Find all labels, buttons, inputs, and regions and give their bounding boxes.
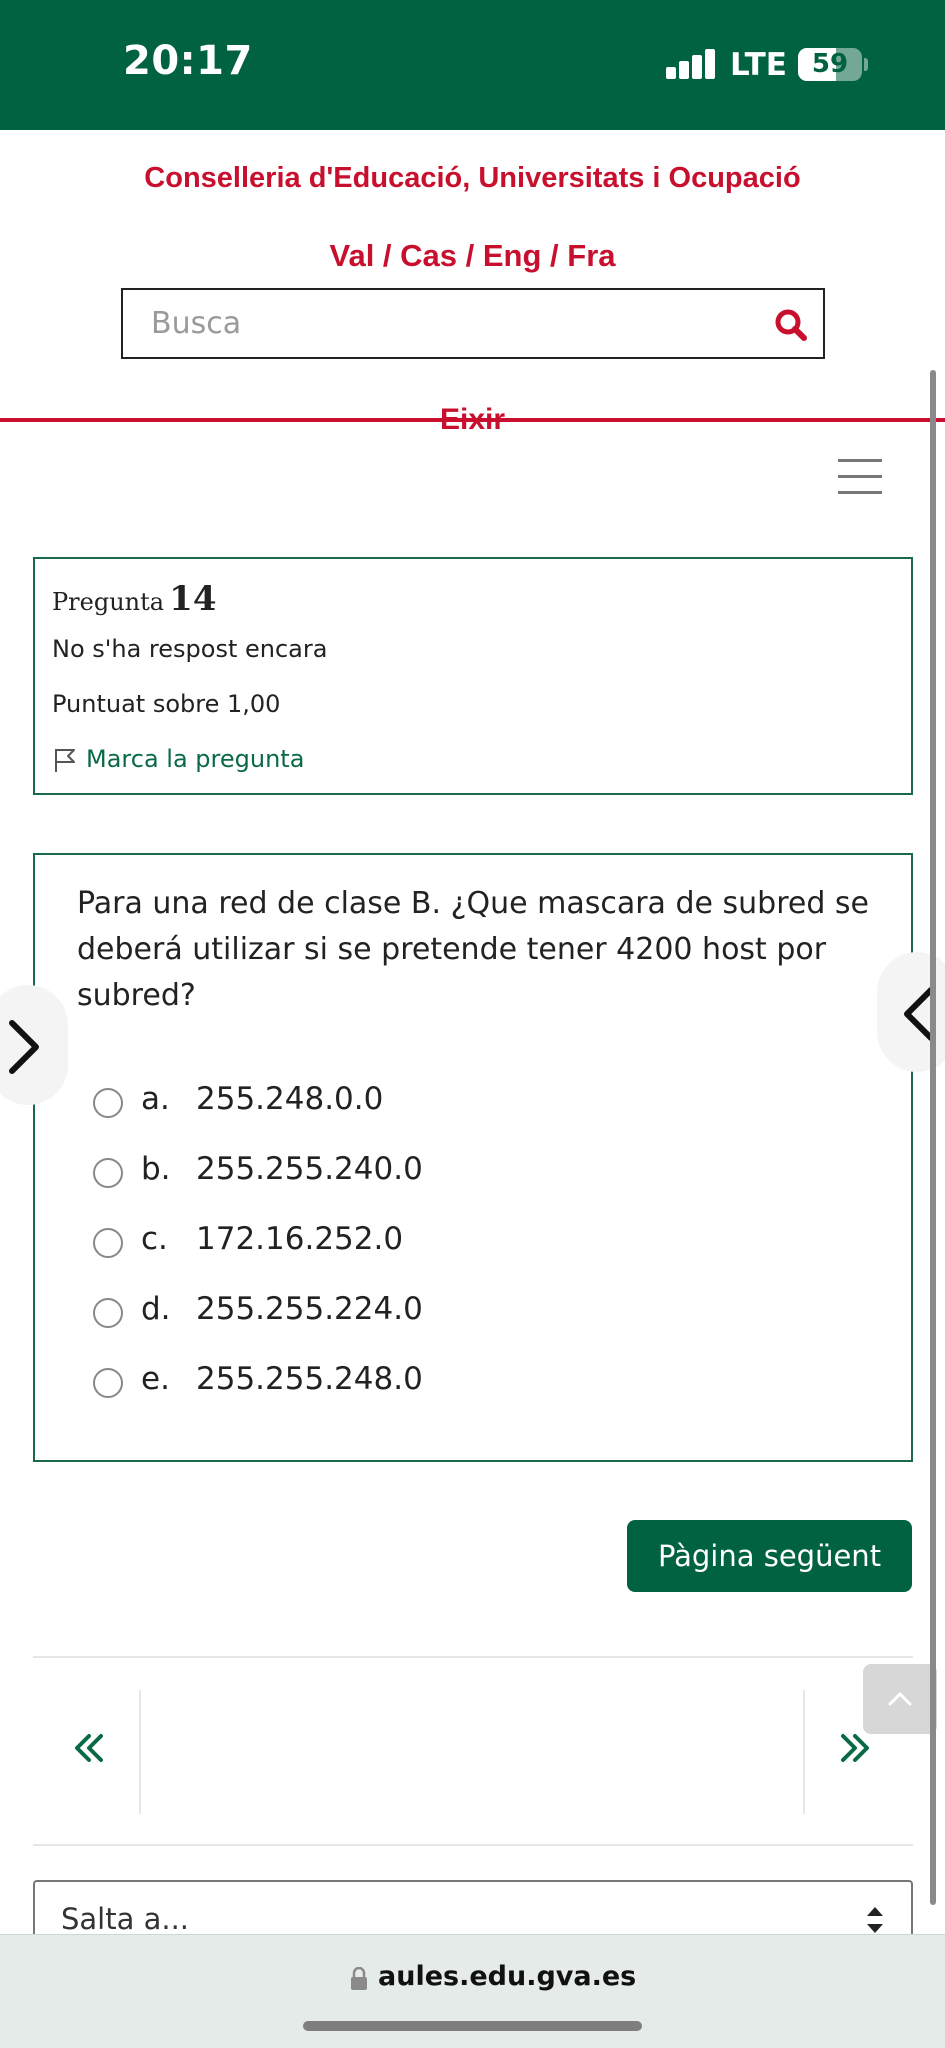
radio-button[interactable] <box>93 1368 123 1398</box>
search-box[interactable] <box>121 288 825 359</box>
signal-icon <box>666 49 716 79</box>
answer-text[interactable]: 255.248.0.0 <box>196 1081 383 1117</box>
answer-text[interactable]: 255.255.224.0 <box>196 1291 423 1327</box>
radio-button[interactable] <box>93 1158 123 1188</box>
network-type: LTE <box>730 47 787 83</box>
answer-letter: a. <box>141 1081 170 1117</box>
status-time: 20:17 <box>123 38 253 84</box>
hamburger-menu-icon[interactable] <box>838 459 882 495</box>
home-indicator[interactable] <box>303 2021 642 2031</box>
previous-activity-icon[interactable] <box>67 1726 111 1770</box>
flag-icon[interactable] <box>52 747 78 773</box>
status-bar: 20:17 LTE 59 <box>0 0 945 130</box>
select-caret-icon <box>867 1907 883 1933</box>
question-box: Para una red de clase B. ¿Que mascara de… <box>33 853 913 1462</box>
language-links[interactable]: Val / Cas / Eng / Fra <box>0 238 945 274</box>
activity-navigation <box>33 1690 913 1814</box>
lock-icon <box>351 1967 367 1990</box>
radio-button[interactable] <box>93 1298 123 1328</box>
nav-divider <box>139 1690 141 1814</box>
divider <box>33 1844 913 1846</box>
search-input[interactable] <box>151 306 711 341</box>
battery-icon: 59 <box>798 48 862 81</box>
scroll-to-top-button[interactable] <box>863 1664 937 1734</box>
chevron-up-icon <box>888 1692 912 1706</box>
divider <box>33 1656 913 1658</box>
browser-url-bar[interactable]: aules.edu.gva.es <box>0 1934 945 2048</box>
flag-question-label[interactable]: Marca la pregunta <box>86 745 304 773</box>
left-drawer-toggle[interactable] <box>0 985 68 1105</box>
scrollbar[interactable] <box>930 370 936 1905</box>
url-text[interactable]: aules.edu.gva.es <box>378 1961 636 1992</box>
question-grade: Puntuat sobre 1,00 <box>52 690 281 718</box>
answer-text[interactable]: 255.255.248.0 <box>196 1361 423 1397</box>
answer-letter: c. <box>141 1221 168 1257</box>
question-info-box: Pregunta 14 No s'ha respost encara Puntu… <box>33 557 913 795</box>
answer-letter: e. <box>141 1361 170 1397</box>
search-icon[interactable] <box>773 307 809 343</box>
radio-button[interactable] <box>93 1228 123 1258</box>
next-page-button[interactable]: Pàgina següent <box>627 1520 912 1592</box>
nav-divider <box>803 1690 805 1814</box>
radio-button[interactable] <box>93 1088 123 1118</box>
exit-link[interactable]: Eixir <box>0 403 945 437</box>
question-number-value: 14 <box>169 579 217 619</box>
answer-text[interactable]: 172.16.252.0 <box>196 1221 403 1257</box>
question-number: Pregunta 14 <box>52 579 216 619</box>
jump-to-label: Salta a... <box>61 1902 190 1936</box>
answer-text[interactable]: 255.255.240.0 <box>196 1151 423 1187</box>
battery-tip <box>864 58 868 71</box>
battery-level: 59 <box>811 49 849 79</box>
answer-letter: b. <box>141 1151 171 1187</box>
answer-letter: d. <box>141 1291 171 1327</box>
chevron-right-icon <box>9 1020 39 1074</box>
question-state: No s'ha respost encara <box>52 635 328 663</box>
org-title[interactable]: Conselleria d'Educació, Universitats i O… <box>0 162 945 195</box>
question-text: Para una red de clase B. ¿Que mascara de… <box>77 886 869 1013</box>
question-number-label: Pregunta <box>52 588 165 616</box>
